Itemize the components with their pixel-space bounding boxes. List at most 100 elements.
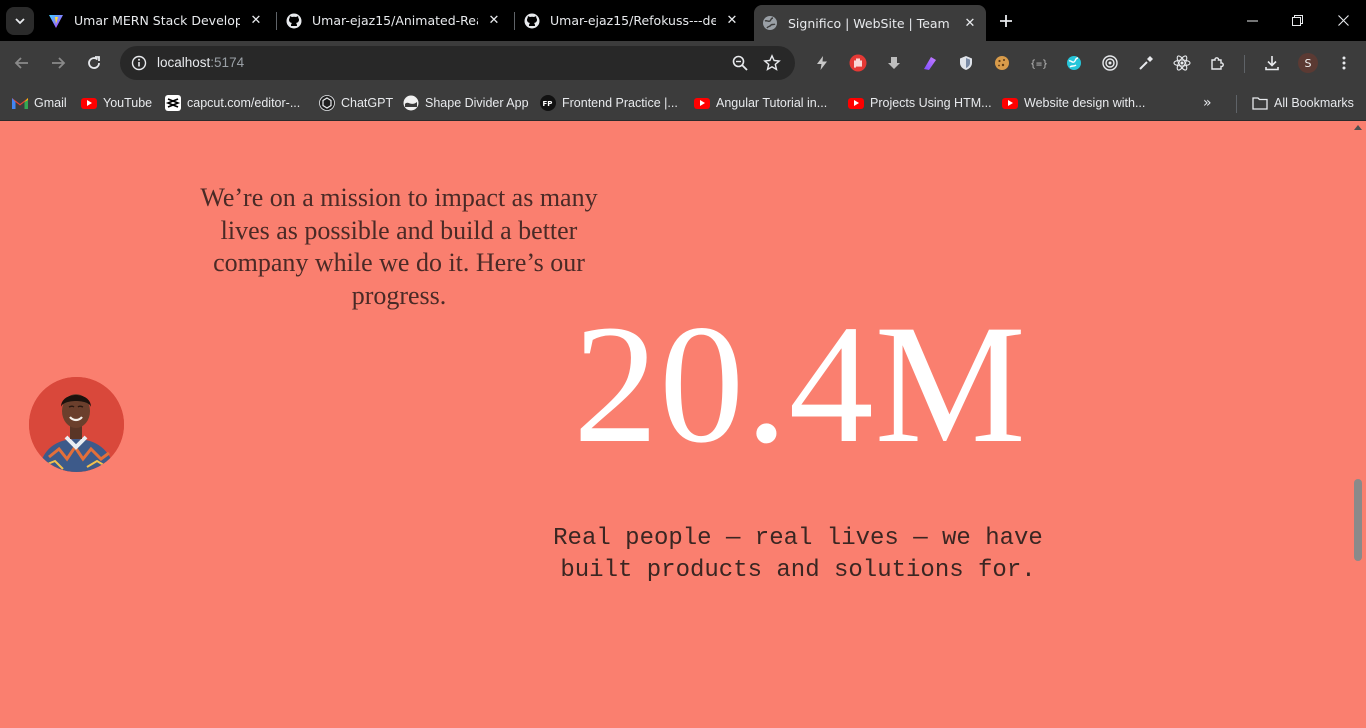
frontend-practice-icon: FP [540, 95, 556, 111]
bookmark-label: Frontend Practice |... [562, 96, 678, 110]
close-icon [1337, 14, 1349, 26]
target-extension-icon[interactable] [1100, 53, 1120, 73]
bookmark-website-design[interactable]: Website design with... [1002, 93, 1145, 113]
tab-divider [276, 12, 277, 30]
impact-stat-value: 20.4M [573, 290, 1027, 478]
cookie-extension-icon[interactable] [992, 53, 1012, 73]
bookmark-label: YouTube [103, 96, 153, 110]
new-tab-button[interactable] [994, 9, 1018, 33]
profile-avatar[interactable]: S [1298, 53, 1318, 73]
bookmark-angular-tutorial[interactable]: Angular Tutorial in... [694, 93, 827, 113]
menu-kebab-icon[interactable] [1334, 53, 1354, 73]
vite-logo-icon [48, 13, 64, 29]
url-port: :5174 [210, 55, 245, 70]
scrollbar-thumb[interactable] [1354, 479, 1362, 561]
bookmark-label: Gmail [34, 96, 67, 110]
tab-refokuss-design[interactable]: Umar-ejaz15/Refokuss---design ✕ [516, 6, 748, 35]
arrow-left-icon [14, 57, 28, 69]
globe-icon [762, 15, 778, 31]
impact-tagline: Real people — real lives — we have built… [553, 525, 1043, 584]
bookmarks-divider [1236, 95, 1237, 113]
chatgpt-icon [319, 95, 335, 111]
bookmark-gmail[interactable]: Gmail [12, 93, 67, 113]
youtube-icon [1002, 95, 1018, 111]
youtube-icon [81, 95, 97, 111]
downloads-icon[interactable] [1262, 53, 1282, 73]
bookmark-shape-divider[interactable]: Shape Divider App [403, 93, 529, 113]
site-info-icon[interactable] [130, 54, 148, 72]
tab-title: Umar MERN Stack Developer | P [74, 13, 240, 28]
react-devtools-icon[interactable] [1172, 53, 1192, 73]
bookmark-youtube[interactable]: YouTube [81, 93, 152, 113]
bookmarks-bar: Gmail YouTube capcut.com/editor-... Chat… [0, 86, 1366, 121]
team-member-avatar[interactable] [29, 377, 124, 472]
bookmark-capcut[interactable]: capcut.com/editor-... [165, 93, 300, 113]
hand-stop-extension-icon[interactable] [848, 53, 868, 73]
reload-icon [88, 56, 100, 69]
bookmark-label: capcut.com/editor-... [187, 96, 301, 110]
svg-text:{=}: {=} [1030, 59, 1047, 70]
tab-title: Umar-ejaz15/Animated-React-j [312, 13, 478, 28]
plus-icon [1000, 15, 1012, 27]
svg-text:FP: FP [543, 100, 553, 108]
bookmark-label: Website design with... [1024, 96, 1146, 110]
minimize-button[interactable] [1229, 0, 1275, 40]
bookmark-star-icon[interactable] [763, 54, 781, 72]
page-viewport: We’re on a mission to impact as many liv… [0, 121, 1350, 728]
chevron-down-icon [15, 18, 25, 25]
tab-umar-portfolio[interactable]: Umar MERN Stack Developer | P ✕ [40, 6, 272, 35]
gmail-icon [12, 95, 28, 111]
puzzle-extensions-icon[interactable] [1208, 53, 1228, 73]
lightning-extension-icon[interactable] [812, 53, 832, 73]
toolbar-divider [1244, 55, 1245, 73]
tab-strip: Umar MERN Stack Developer | P ✕ Umar-eja… [0, 0, 1366, 41]
youtube-icon [848, 95, 864, 111]
folder-icon [1252, 95, 1268, 111]
close-window-button[interactable] [1320, 0, 1366, 40]
bookmark-label: Projects Using HTM... [870, 96, 992, 110]
restore-button[interactable] [1274, 0, 1320, 40]
tab-title: Significo | WebSite | Team [788, 15, 950, 31]
shape-divider-icon [403, 95, 419, 111]
reload-button[interactable] [80, 49, 108, 77]
tab-search-button[interactable] [6, 7, 34, 35]
tab-significo-team[interactable]: Significo | WebSite | Team ✕ [754, 5, 986, 41]
bookmark-chatgpt[interactable]: ChatGPT [319, 93, 393, 113]
color-picker-icon[interactable] [1136, 53, 1156, 73]
close-icon[interactable]: ✕ [962, 15, 978, 31]
download-helper-icon[interactable] [884, 53, 904, 73]
mission-statement: We’re on a mission to impact as many liv… [200, 183, 598, 310]
shield-extension-icon[interactable] [956, 53, 976, 73]
tab-animated-react[interactable]: Umar-ejaz15/Animated-React-j ✕ [278, 6, 510, 35]
bookmark-label: Angular Tutorial in... [716, 96, 828, 110]
capcut-icon [165, 95, 181, 111]
restore-icon [1291, 14, 1303, 26]
all-bookmarks[interactable]: All Bookmarks [1252, 93, 1354, 113]
address-bar[interactable]: localhost:5174 [120, 46, 795, 80]
github-icon [286, 13, 302, 29]
back-button[interactable] [8, 49, 36, 77]
bookmark-frontend-practice[interactable]: FP Frontend Practice |... [540, 93, 678, 113]
all-bookmarks-label: All Bookmarks [1274, 96, 1354, 110]
bookmark-label: Shape Divider App [425, 96, 529, 110]
youtube-icon [694, 95, 710, 111]
more-bookmarks-chevron-icon[interactable]: » [1203, 95, 1212, 111]
tab-title: Umar-ejaz15/Refokuss---design [550, 13, 716, 28]
page-scrollbar[interactable] [1350, 121, 1366, 728]
url-host: localhost [157, 55, 211, 70]
url-text: localhost:5174 [157, 55, 244, 70]
close-icon[interactable]: ✕ [724, 13, 740, 29]
forward-button[interactable] [44, 49, 72, 77]
bookmark-label: ChatGPT [341, 96, 394, 110]
close-icon[interactable]: ✕ [248, 13, 264, 29]
scroll-up-arrow-icon[interactable] [1354, 125, 1362, 130]
gradient-extension-icon[interactable] [920, 53, 940, 73]
minimize-icon [1246, 20, 1258, 21]
close-icon[interactable]: ✕ [486, 13, 502, 29]
zoom-icon[interactable] [731, 54, 749, 72]
arrow-right-icon [52, 57, 66, 69]
tab-divider [514, 12, 515, 30]
json-viewer-icon[interactable]: {=} [1028, 53, 1048, 73]
globe-extension-icon[interactable] [1064, 53, 1084, 73]
bookmark-projects-html[interactable]: Projects Using HTM... [848, 93, 992, 113]
